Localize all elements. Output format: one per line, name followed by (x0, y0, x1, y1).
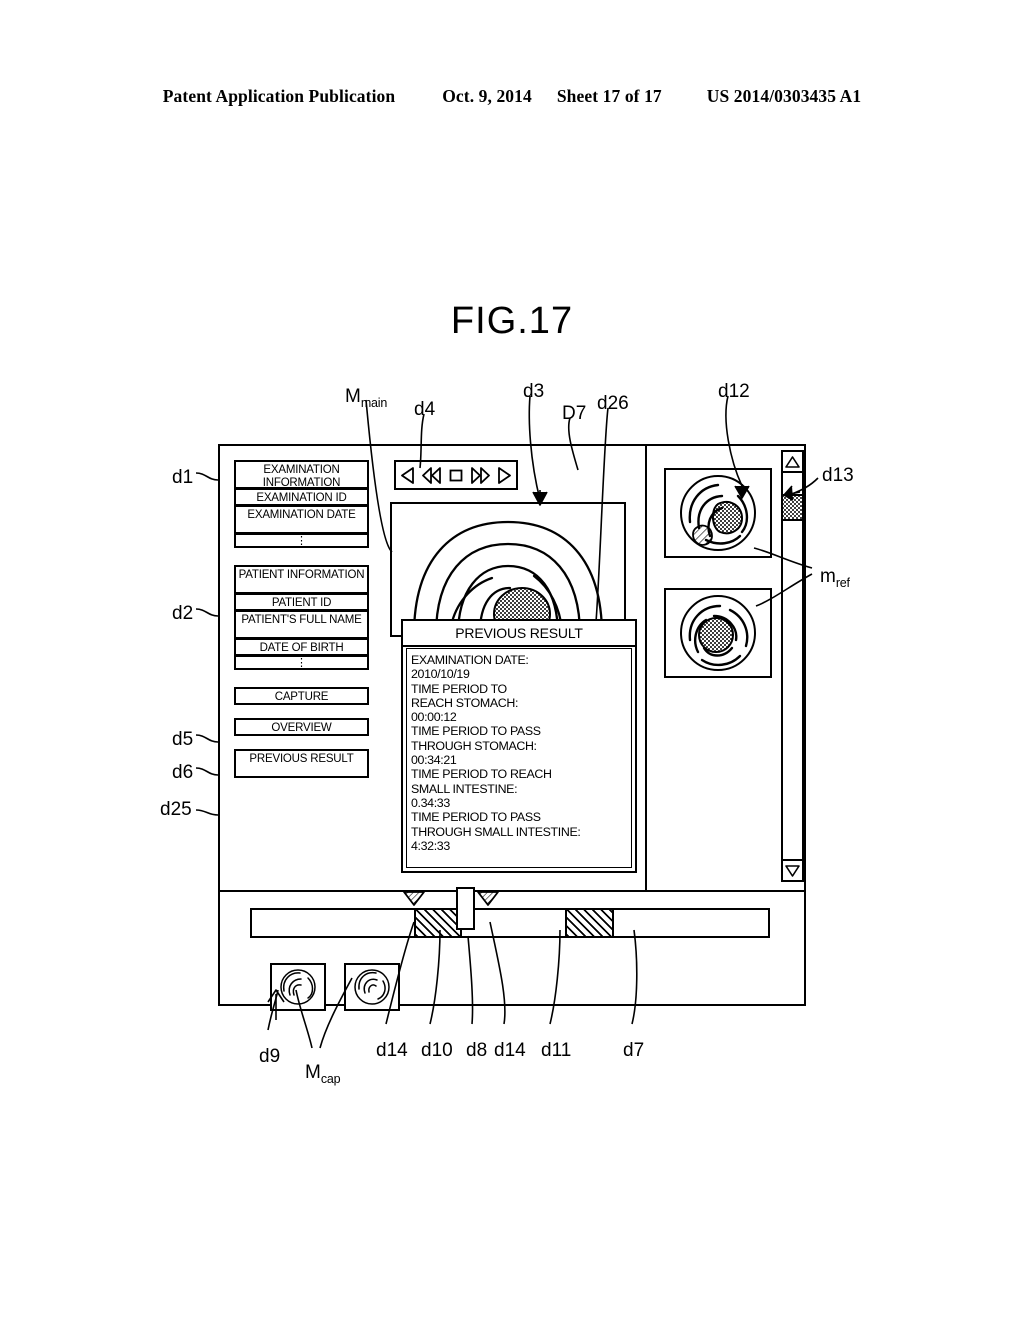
callout-label-d26: d26 (597, 393, 629, 414)
examination-information-group: EXAMINATION INFORMATION EXAMINATION ID E… (234, 460, 369, 548)
upper-workspace: EXAMINATION INFORMATION EXAMINATION ID E… (220, 446, 804, 890)
scroll-up-arrow[interactable] (783, 452, 802, 473)
main-image-view[interactable] (390, 502, 626, 637)
callout-label-Mmain: Mmain (345, 386, 388, 410)
callout-label-d1: d1 (172, 467, 194, 488)
timeline-segment[interactable] (414, 910, 462, 936)
captured-image-thumbnail[interactable] (344, 963, 400, 1011)
timeline-slider-handle[interactable] (456, 887, 475, 930)
reference-thumbnail[interactable] (664, 468, 772, 558)
pane-divider (645, 446, 647, 890)
timeline-segment[interactable] (565, 910, 614, 936)
workspace-divider (220, 890, 804, 892)
callout-label-d25: d25 (160, 799, 192, 820)
callout-label-d3: d3 (523, 381, 545, 402)
overview-button-row: OVERVIEW (234, 718, 369, 736)
timeline-marker[interactable] (477, 891, 499, 906)
callout-label-d4: d4 (414, 399, 436, 420)
callout-label-d9: d9 (259, 1046, 281, 1067)
playback-controls (394, 460, 518, 490)
capture-button-row: CAPTURE (234, 687, 369, 705)
main-image-graphic (412, 520, 604, 635)
callout-label-d13: d13 (822, 465, 854, 486)
reference-thumbnail-graphic (680, 475, 756, 551)
publication-header: Patent Application Publication Oct. 9, 2… (0, 86, 1024, 107)
publication-type: Patent Application Publication (162, 86, 396, 106)
timeline-area (220, 887, 804, 1011)
timeline-marker[interactable] (403, 891, 425, 906)
reference-image-pane (648, 446, 804, 890)
callout-label-d11: d11 (541, 1040, 572, 1061)
previous-result-button-row: PREVIOUS RESULT (234, 749, 369, 778)
patient-full-name-field[interactable]: PATIENT'S FULL NAME (234, 610, 369, 638)
callout-label-d14a: d14 (376, 1040, 408, 1061)
previous-result-dialog: PREVIOUS RESULT EXAMINATION DATE: 2010/1… (401, 619, 637, 873)
callout-label-d5: d5 (172, 729, 194, 750)
rewind-icon[interactable] (422, 466, 442, 484)
fast-forward-icon[interactable] (470, 466, 490, 484)
patient-continuation: ⋮ (234, 655, 369, 670)
examination-date-field[interactable]: EXAMINATION DATE (234, 505, 369, 533)
date-of-birth-field[interactable]: DATE OF BIRTH (234, 638, 369, 655)
callout-label-mref: mref (820, 566, 850, 590)
callout-label-d12: d12 (718, 381, 750, 402)
callout-label-d8: d8 (466, 1040, 488, 1061)
patient-id-field[interactable]: PATIENT ID (234, 593, 369, 610)
sidebar: EXAMINATION INFORMATION EXAMINATION ID E… (234, 460, 369, 791)
captured-image-graphic (280, 969, 316, 1005)
publication-date: Oct. 9, 2014 (442, 86, 532, 106)
patent-number: US 2014/0303435 A1 (706, 86, 862, 106)
patient-information-group: PATIENT INFORMATION PATIENT ID PATIENT'S… (234, 565, 369, 670)
patent-sheet: Patent Application Publication Oct. 9, 2… (0, 0, 1024, 1320)
reference-thumbnail[interactable] (664, 588, 772, 678)
reference-scrollbar[interactable] (781, 450, 804, 882)
reference-thumbnail-graphic (680, 595, 756, 671)
play-icon[interactable] (497, 466, 512, 484)
callout-label-Mcap: Mcap (305, 1062, 341, 1086)
overview-button[interactable]: OVERVIEW (234, 718, 369, 736)
timeline-bar[interactable] (250, 908, 770, 938)
examination-id-field[interactable]: EXAMINATION ID (234, 488, 369, 505)
callout-label-d2: d2 (172, 603, 194, 624)
triangle-down-icon (785, 864, 800, 877)
captured-image-thumbnail[interactable] (270, 963, 326, 1011)
patient-information-header: PATIENT INFORMATION (234, 565, 369, 593)
dialog-title: PREVIOUS RESULT (403, 621, 635, 647)
scrollbar-thumb[interactable] (783, 494, 802, 521)
callout-label-D7: D7 (562, 403, 587, 424)
dialog-body: EXAMINATION DATE: 2010/10/19 TIME PERIOD… (406, 648, 632, 868)
scroll-down-arrow[interactable] (783, 859, 802, 880)
stop-icon[interactable] (449, 468, 463, 482)
capture-button[interactable]: CAPTURE (234, 687, 369, 705)
play-reverse-icon[interactable] (400, 466, 415, 484)
previous-result-button[interactable]: PREVIOUS RESULT (234, 749, 369, 778)
examination-continuation: ⋮ (234, 533, 369, 548)
callout-label-d10: d10 (421, 1040, 453, 1061)
examination-information-header: EXAMINATION INFORMATION (234, 460, 369, 489)
figure-title: FIG.17 (450, 300, 574, 342)
callout-label-d14b: d14 (494, 1040, 526, 1061)
sheet-number: Sheet 17 of 17 (556, 86, 662, 106)
callout-label-d6: d6 (172, 762, 194, 783)
application-window: EXAMINATION INFORMATION EXAMINATION ID E… (218, 444, 806, 1011)
callout-label-d7: d7 (623, 1040, 645, 1061)
captured-image-graphic (354, 969, 390, 1005)
triangle-up-icon (785, 455, 800, 468)
